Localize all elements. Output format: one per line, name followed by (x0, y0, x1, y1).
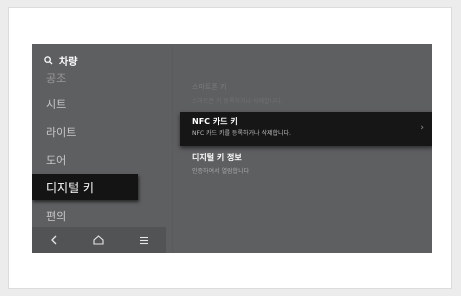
search-icon (44, 55, 53, 65)
menu-icon[interactable] (129, 230, 159, 250)
infotainment-screen: 차량 공조 시트 라이트 도어 디지털 키 편의 스마트폰 키 스마트폰 키 등… (32, 44, 432, 253)
sidebar-item-light[interactable]: 라이트 (46, 124, 76, 140)
home-icon[interactable] (84, 230, 114, 250)
nfc-card-key-subtitle: NFC 카드 키를 등록하거나 삭제합니다. (192, 130, 291, 137)
nfc-card-key-title: NFC 카드 키 (192, 117, 238, 126)
search-label: 차량 (59, 56, 78, 68)
sidebar-item-door[interactable]: 도어 (46, 152, 66, 168)
digital-key-info-subtitle: 인증하여서 열람합니다 (192, 168, 250, 175)
sidebar: 차량 공조 시트 라이트 도어 디지털 키 편의 (32, 44, 172, 253)
smartphone-key-title[interactable]: 스마트폰 키 (192, 82, 226, 92)
detail-panel: 스마트폰 키 스마트폰 키 등록하거나 삭제합니다. NFC 카드 키 NFC … (180, 44, 432, 253)
sidebar-item-seat[interactable]: 시트 (46, 96, 66, 112)
chevron-left-icon[interactable] (39, 230, 69, 250)
search-bar[interactable]: 차량 (44, 52, 77, 68)
panel-divider (172, 44, 173, 253)
sidebar-item-digital-key[interactable]: 디지털 키 (32, 174, 138, 200)
nfc-card-key-item[interactable]: NFC 카드 키 NFC 카드 키를 등록하거나 삭제합니다. › (180, 112, 432, 146)
bottom-nav-bar (32, 227, 166, 253)
digital-key-info-title[interactable]: 디지털 키 정보 (192, 152, 242, 163)
smartphone-key-subtitle: 스마트폰 키 등록하거나 삭제합니다. (192, 98, 283, 105)
chevron-right-icon: › (420, 123, 424, 133)
sidebar-item-climate[interactable]: 공조 (46, 70, 66, 86)
sidebar-item-convenience[interactable]: 편의 (46, 208, 66, 224)
